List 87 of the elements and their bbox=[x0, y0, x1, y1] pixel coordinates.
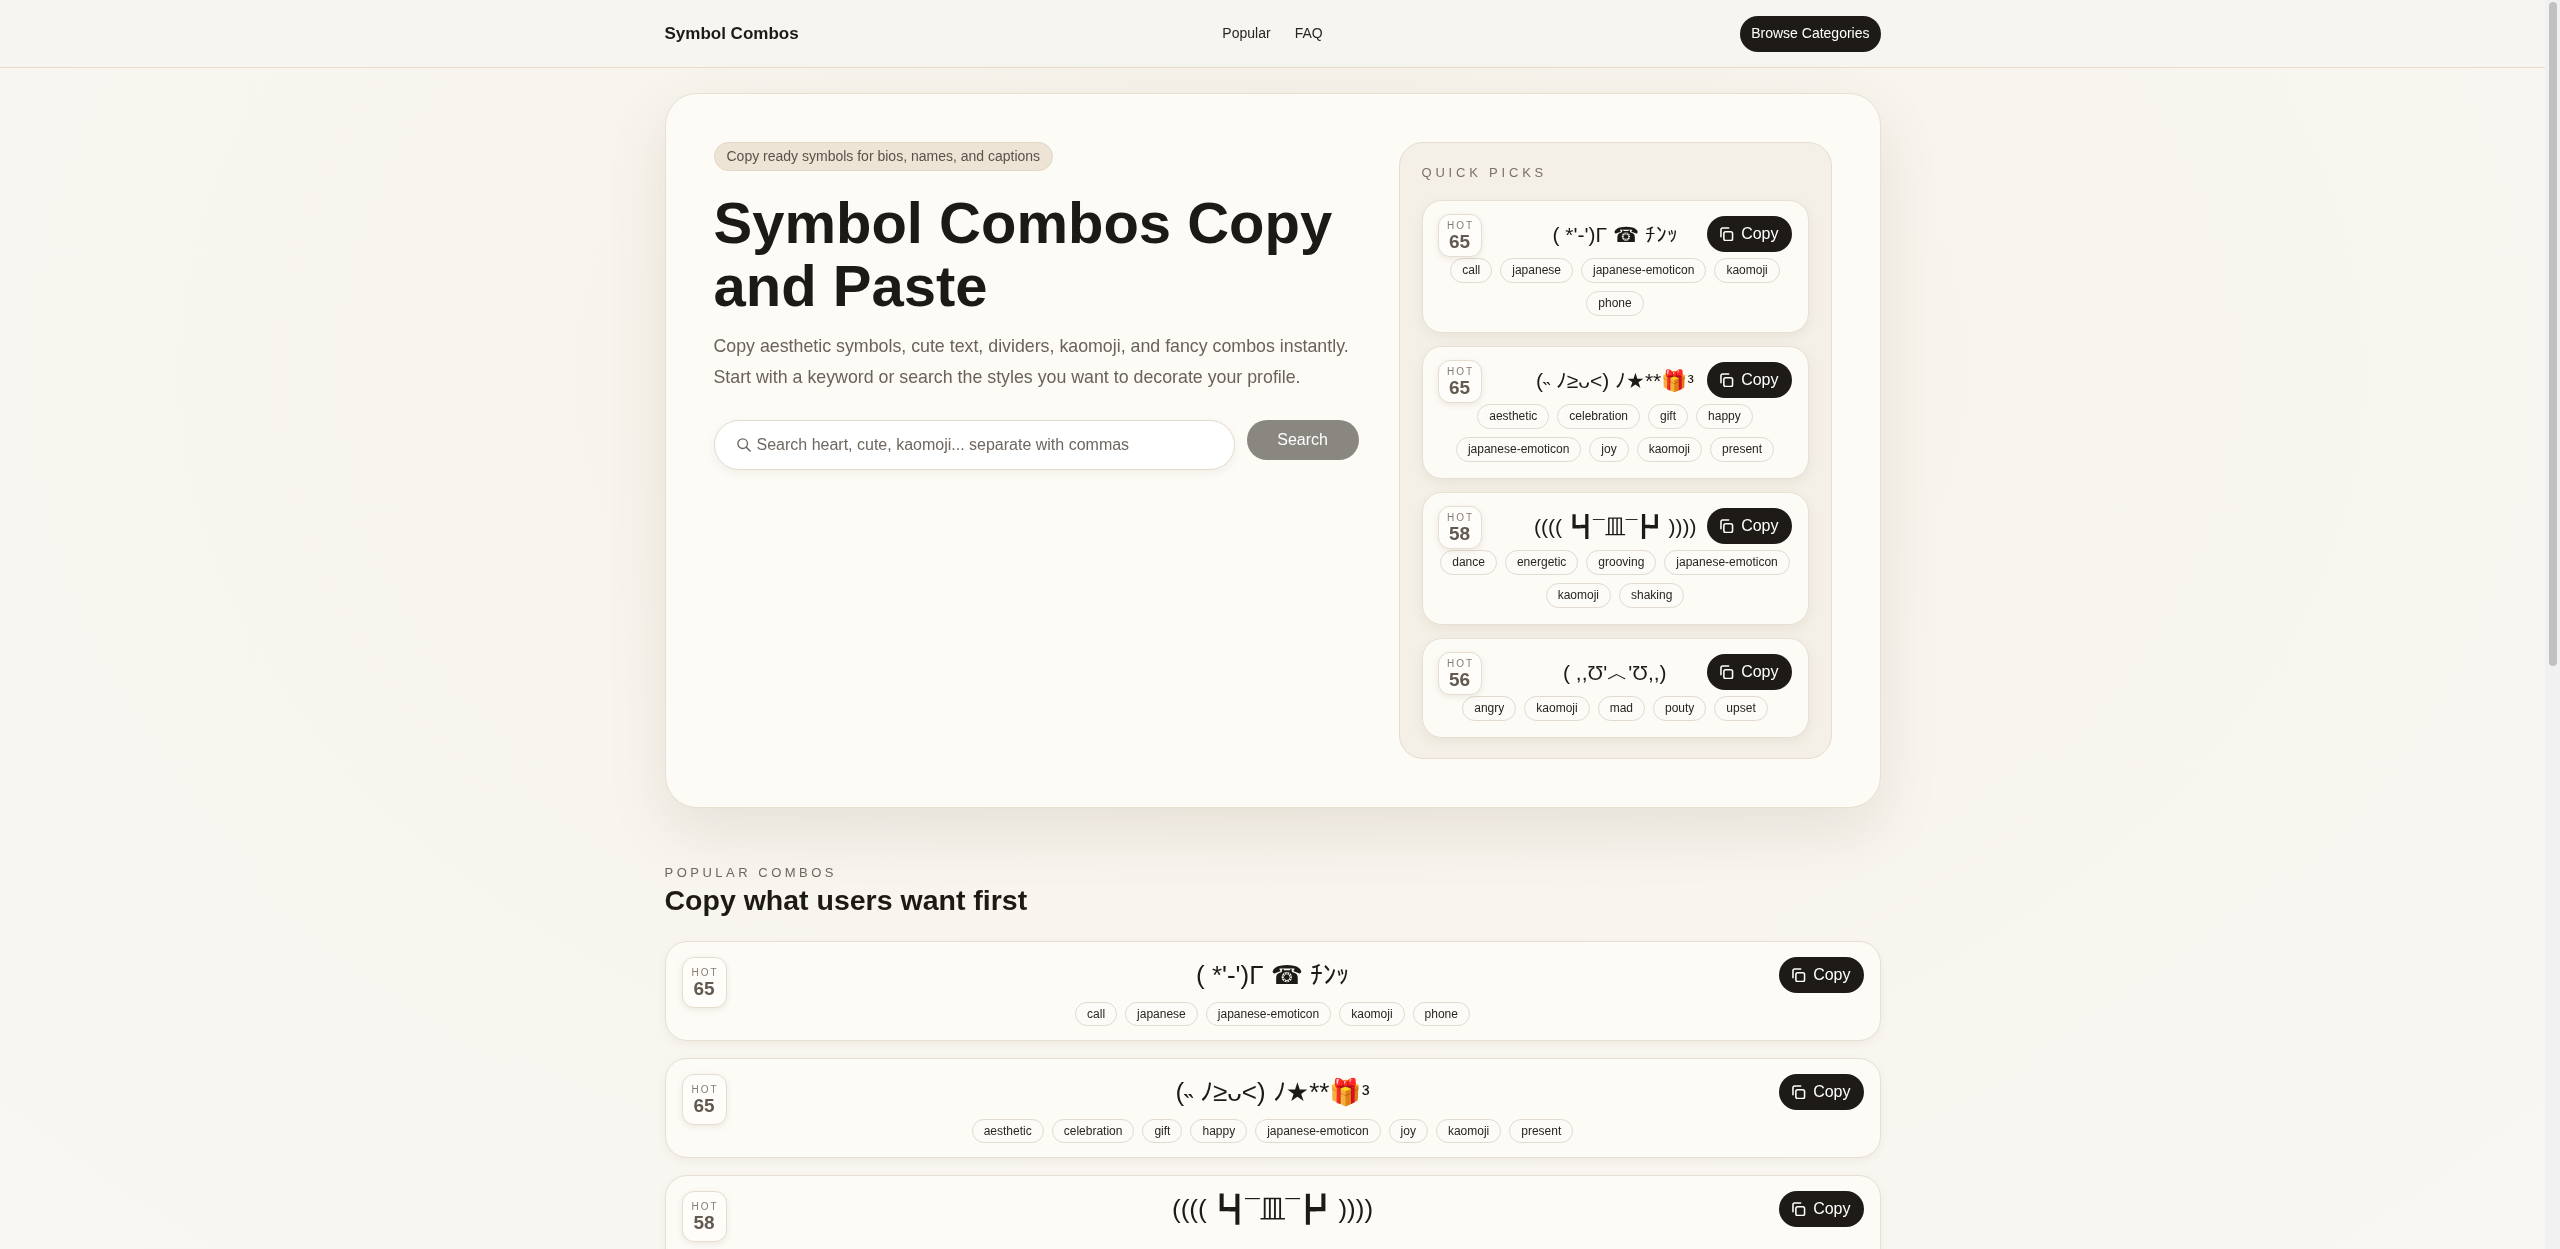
tag-chip[interactable]: japanese-emoticon bbox=[1664, 550, 1790, 575]
tag-chip[interactable]: kaomoji bbox=[1435, 1119, 1502, 1143]
tag-chip[interactable]: grooving bbox=[1586, 550, 1657, 575]
section-heading: Copy what users want first bbox=[664, 883, 1029, 917]
copy-button[interactable]: Copy bbox=[1779, 1191, 1864, 1227]
site-title[interactable]: Symbol Combos bbox=[664, 20, 799, 47]
copy-icon bbox=[1720, 227, 1735, 241]
tag-chip[interactable]: celebration bbox=[1557, 404, 1640, 429]
hot-score: 58 bbox=[693, 1211, 715, 1233]
tag-chip[interactable]: phone bbox=[1412, 1002, 1470, 1026]
copy-icon bbox=[1720, 665, 1735, 679]
search-bar[interactable]: Search heart, cute, kaomoji... separate with commas bbox=[713, 420, 1235, 470]
page-title: Symbol Combos Copy and Paste bbox=[713, 191, 1334, 317]
copy-icon bbox=[1792, 1085, 1807, 1099]
copy-button[interactable]: Copy bbox=[1707, 362, 1792, 398]
tag-chip[interactable]: japanese-emoticon bbox=[1581, 258, 1707, 283]
tag-chip[interactable]: happy bbox=[1190, 1119, 1248, 1143]
tag-chip[interactable]: kaomoji bbox=[1339, 1002, 1405, 1026]
tag-chip[interactable]: japanese-emoticon bbox=[1255, 1119, 1381, 1143]
tag-chip[interactable]: aesthetic bbox=[1477, 404, 1550, 429]
hot-score: 65 bbox=[693, 1094, 715, 1116]
tag-chip[interactable]: present bbox=[1509, 1119, 1574, 1143]
tag-chip[interactable]: kaomoji bbox=[1636, 437, 1703, 462]
tag-chip[interactable]: celebration bbox=[1051, 1119, 1135, 1143]
intro-text: Copy aesthetic symbols, cute text, dividers, kaomoji, and fancy combos instantly. Start with a keyword or search the styles you want to decorate your profile. bbox=[713, 335, 1350, 389]
tag-chip[interactable]: shaking bbox=[1619, 583, 1685, 608]
tag-chip[interactable]: energetic bbox=[1504, 550, 1579, 575]
tag-chip[interactable]: japanese-emoticon bbox=[1205, 1002, 1332, 1026]
hot-label: HOT bbox=[1446, 365, 1475, 377]
tag-chip[interactable]: mad bbox=[1597, 696, 1645, 721]
copy-button[interactable]: Copy bbox=[1707, 654, 1792, 690]
tag-chip[interactable]: pouty bbox=[1653, 696, 1707, 721]
copy-icon bbox=[1792, 1202, 1807, 1216]
combo-text: (((( ┗┫¯皿¯┣┛ )))) bbox=[1534, 513, 1697, 541]
copy-icon bbox=[1792, 968, 1807, 982]
nav-link[interactable]: FAQ bbox=[1294, 23, 1323, 44]
hot-label: HOT bbox=[691, 1083, 719, 1095]
hot-label: HOT bbox=[1446, 657, 1475, 669]
tag-chip[interactable]: gift bbox=[1648, 404, 1689, 429]
scrollbar-thumb[interactable] bbox=[2548, 2, 2557, 666]
combo-text: (((( ┗┫¯皿¯┣┛ )))) bbox=[1172, 1192, 1374, 1227]
copy-button[interactable]: Copy bbox=[1707, 508, 1792, 544]
tag-chip[interactable]: upset bbox=[1714, 696, 1768, 721]
search-field[interactable]: Search heart, cute, kaomoji... separate with commas bbox=[756, 430, 1218, 460]
hot-score: 58 bbox=[1448, 522, 1471, 544]
nav-link[interactable]: Popular bbox=[1222, 23, 1271, 44]
quick-picks-heading: QUICK PICKS bbox=[1421, 165, 1549, 181]
hot-label: HOT bbox=[691, 1200, 719, 1212]
tag-chip[interactable]: call bbox=[1075, 1002, 1118, 1026]
tag-chip[interactable]: japanese bbox=[1125, 1002, 1198, 1026]
tag-chip[interactable]: japanese bbox=[1500, 258, 1573, 283]
tag-chip[interactable]: aesthetic bbox=[971, 1119, 1044, 1143]
hot-score: 65 bbox=[1448, 376, 1471, 398]
hot-score: 65 bbox=[693, 977, 715, 999]
tag-chip[interactable]: kaomoji bbox=[1714, 258, 1780, 283]
hot-label: HOT bbox=[691, 966, 719, 978]
tag-chip[interactable]: gift bbox=[1142, 1119, 1183, 1143]
tagline-badge: Copy ready symbols for bios, names, and captions bbox=[713, 142, 1054, 171]
search-icon bbox=[736, 438, 751, 452]
tag-chip[interactable]: japanese-emoticon bbox=[1455, 437, 1582, 462]
copy-button[interactable]: Copy bbox=[1779, 1074, 1864, 1110]
tag-chip[interactable]: dance bbox=[1440, 550, 1497, 575]
hot-score: 56 bbox=[1448, 668, 1471, 690]
copy-button[interactable]: Copy bbox=[1707, 216, 1792, 252]
tag-chip[interactable]: call bbox=[1450, 258, 1493, 283]
tag-chip[interactable]: joy bbox=[1589, 437, 1629, 462]
search-button[interactable]: Search bbox=[1246, 420, 1359, 460]
tag-chip[interactable]: kaomoji bbox=[1524, 696, 1590, 721]
combo-text: ( *'-')Γ ☎ ﾁﾝｯ bbox=[1196, 959, 1350, 992]
copy-icon bbox=[1720, 519, 1735, 533]
combo-text: (˵ ﾉ≥ᴗ<) ﾉ★**🎁ᵌ bbox=[1536, 368, 1694, 394]
tag-chip[interactable]: happy bbox=[1696, 404, 1753, 429]
tag-chip[interactable]: angry bbox=[1462, 696, 1517, 721]
hot-score: 65 bbox=[1448, 230, 1471, 252]
hot-label: HOT bbox=[1446, 219, 1475, 231]
hot-label: HOT bbox=[1446, 511, 1475, 523]
combo-text: ( ,,Ʊ'︿'Ʊ,,) bbox=[1563, 660, 1667, 686]
copy-button[interactable]: Copy bbox=[1779, 957, 1864, 993]
tag-chip[interactable]: kaomoji bbox=[1545, 583, 1611, 608]
copy-icon bbox=[1720, 373, 1735, 387]
tag-chip[interactable]: phone bbox=[1586, 291, 1644, 316]
browse-categories-button[interactable]: Browse Categories bbox=[1740, 15, 1881, 52]
section-eyebrow: POPULAR COMBOS bbox=[664, 865, 839, 881]
tag-chip[interactable]: joy bbox=[1388, 1119, 1428, 1143]
combo-text: ( *'-')Γ ☎ ﾁﾝｯ bbox=[1552, 222, 1678, 248]
combo-text: (˵ ﾉ≥ᴗ<) ﾉ★**🎁ᵌ bbox=[1175, 1076, 1370, 1109]
tag-chip[interactable]: present bbox=[1710, 437, 1775, 462]
